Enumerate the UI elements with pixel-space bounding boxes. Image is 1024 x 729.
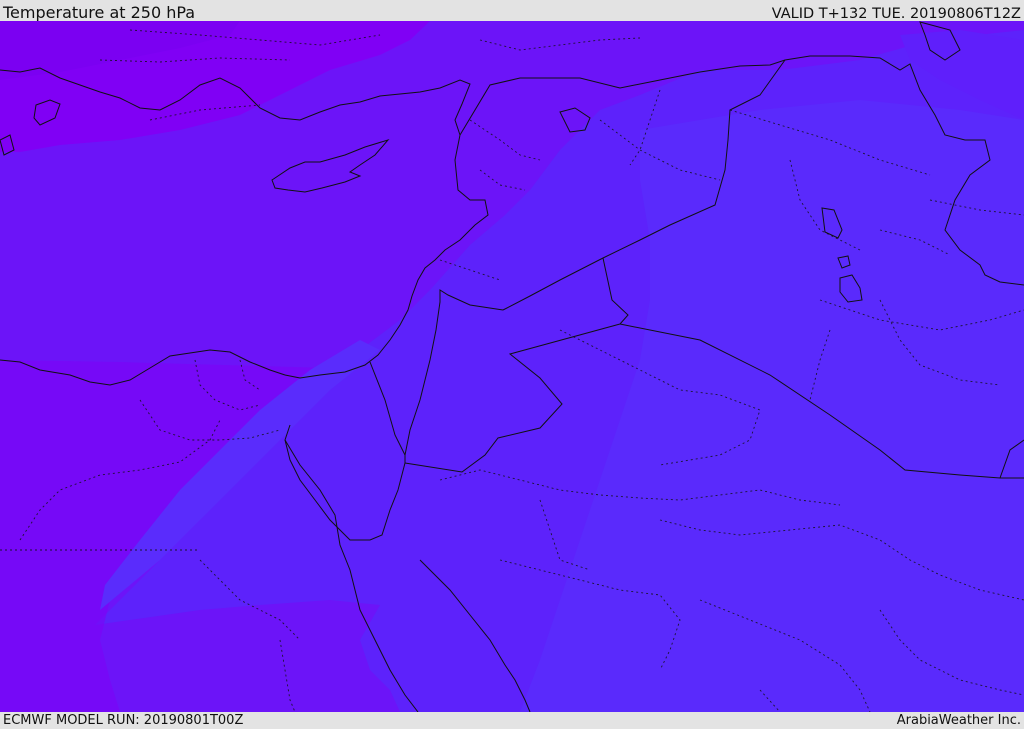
model-run-label: ECMWF MODEL RUN: 20190801T00Z xyxy=(3,713,244,728)
temperature-map[interactable] xyxy=(0,21,1024,712)
map-canvas xyxy=(0,21,1024,712)
map-header: Temperature at 250 hPa VALID T+132 TUE. … xyxy=(0,0,1024,22)
map-footer: ECMWF MODEL RUN: 20190801T00Z ArabiaWeat… xyxy=(0,712,1024,729)
map-title: Temperature at 250 hPa xyxy=(3,3,196,22)
brand-label: ArabiaWeather Inc. xyxy=(896,713,1021,728)
